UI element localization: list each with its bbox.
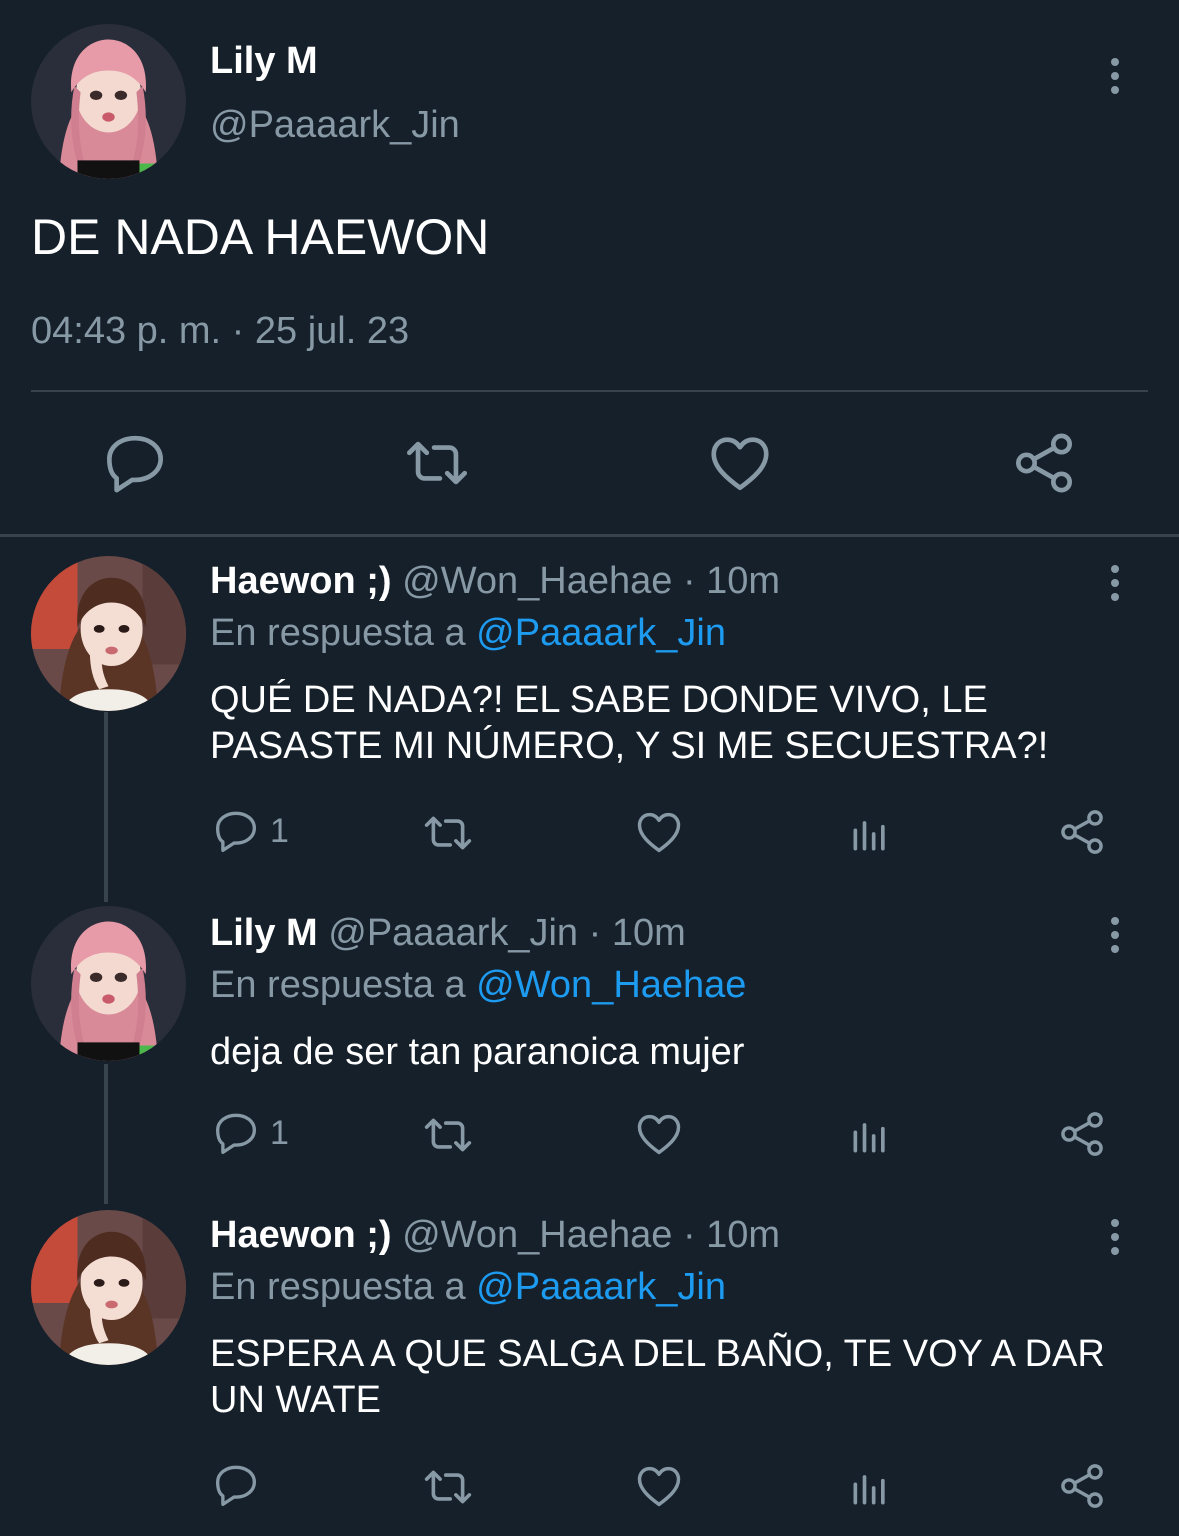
share-icon[interactable] [1056,806,1108,858]
author-handle[interactable]: @Paaaark_Jin [210,104,460,147]
avatar-image [31,24,186,179]
reply-icon[interactable] [211,1108,261,1158]
reply-avatar[interactable] [31,556,186,711]
like-icon[interactable] [633,806,685,858]
reply-icon[interactable] [211,1460,261,1510]
avatar-image [31,906,186,1061]
avatar-image [31,556,186,711]
reply-text-line: UN WATE [210,1379,381,1421]
author-display-name[interactable]: Lily M [210,40,318,83]
reply-prefix: En respuesta a [210,612,466,654]
share-icon[interactable] [1009,428,1079,498]
more-options-icon[interactable] [1108,58,1122,100]
views-icon[interactable] [848,812,892,856]
retweet-icon[interactable] [421,1108,475,1162]
reply-header: Haewon ;) @Won_Haehae · 10m [210,1214,780,1257]
retweet-icon[interactable] [421,1460,475,1514]
more-options-icon[interactable] [1108,917,1122,959]
like-icon[interactable] [705,428,775,498]
reply-display-name[interactable]: Haewon ;) [210,1214,392,1256]
tweet-timestamp: 04:43 p. m. · 25 jul. 23 [31,310,410,352]
section-divider [0,534,1179,537]
reply-prefix: En respuesta a [210,1266,466,1308]
more-options-icon[interactable] [1108,1219,1122,1261]
reply-text: QUÉ DE NADA?! EL SABE DONDE VIVO, LE PAS… [210,677,1048,769]
reply-count: 1 [270,1114,289,1152]
reply-avatar[interactable] [31,1210,186,1365]
thread-line [104,1064,108,1204]
reply-meta[interactable]: @Won_Haehae · 10m [402,560,780,602]
share-icon[interactable] [1056,1108,1108,1160]
more-options-icon[interactable] [1108,565,1122,607]
views-icon[interactable] [848,1114,892,1158]
share-icon[interactable] [1056,1460,1108,1512]
reply-to-link[interactable]: @Won_Haehae [476,964,746,1006]
avatar-image [31,1210,186,1365]
reply-avatar[interactable] [31,906,186,1061]
reply-count: 1 [270,812,289,850]
reply-meta[interactable]: @Paaaark_Jin · 10m [328,912,686,954]
retweet-icon[interactable] [421,806,475,860]
reply-to-link[interactable]: @Paaaark_Jin [476,1266,726,1308]
reply-display-name[interactable]: Lily M [210,912,318,954]
like-icon[interactable] [633,1460,685,1512]
reply-meta[interactable]: @Won_Haehae · 10m [402,1214,780,1256]
reply-text-line: QUÉ DE NADA?! EL SABE DONDE VIVO, LE [210,679,988,721]
reply-icon[interactable] [211,806,261,856]
reply-prefix: En respuesta a [210,964,466,1006]
reply-text-line: ESPERA A QUE SALGA DEL BAÑO, TE VOY A DA… [210,1333,1105,1375]
reply-header: Haewon ;) @Won_Haehae · 10m [210,560,780,603]
reply-display-name[interactable]: Haewon ;) [210,560,392,602]
thread-line [104,712,108,902]
like-icon[interactable] [633,1108,685,1160]
retweet-icon[interactable] [402,428,472,498]
reply-header: Lily M @Paaaark_Jin · 10m [210,912,686,955]
reply-text: ESPERA A QUE SALGA DEL BAÑO, TE VOY A DA… [210,1331,1105,1423]
views-icon[interactable] [848,1466,892,1510]
reply-to-link[interactable]: @Paaaark_Jin [476,612,726,654]
reply-context: En respuesta a @Won_Haehae [210,964,746,1007]
author-avatar[interactable] [31,24,186,179]
divider [31,390,1148,392]
reply-context: En respuesta a @Paaaark_Jin [210,612,726,655]
reply-text-line: deja de ser tan paranoica mujer [210,1031,745,1073]
reply-context: En respuesta a @Paaaark_Jin [210,1266,726,1309]
reply-text: deja de ser tan paranoica mujer [210,1029,744,1075]
reply-text-line: PASASTE MI NÚMERO, Y SI ME SECUESTRA?! [210,725,1049,767]
reply-icon[interactable] [100,428,170,498]
tweet-text: DE NADA HAEWON [31,209,490,265]
